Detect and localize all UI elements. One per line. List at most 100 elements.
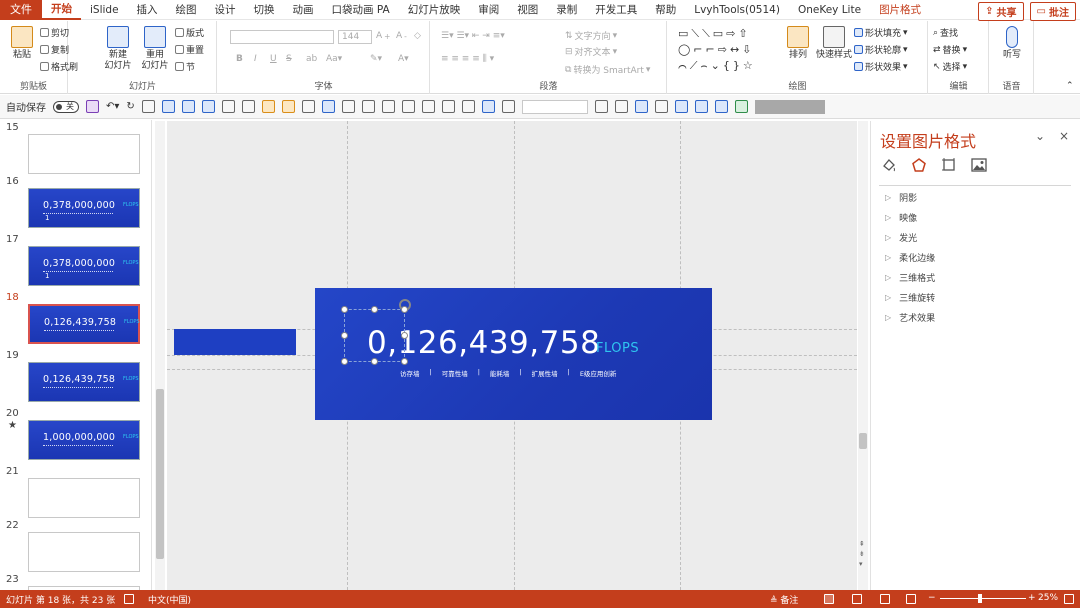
bring-forward-icon[interactable] [261, 100, 275, 113]
text-effect-icon[interactable] [714, 100, 728, 113]
fit-slide-icon[interactable] [1064, 594, 1074, 604]
replace-button[interactable]: ⇄ 替换 ▾ [933, 43, 967, 57]
font-select[interactable] [521, 99, 588, 114]
zoom-slider-knob[interactable] [978, 594, 982, 603]
pen-tool-icon[interactable] [461, 100, 475, 113]
tab-6[interactable]: 动画 [284, 0, 323, 20]
section-button[interactable]: 节 [175, 60, 195, 73]
resize-handle[interactable] [341, 358, 348, 365]
paste-button[interactable]: 粘贴 [4, 26, 40, 61]
slide-thumbnail[interactable]: 0,378,000,000 FLOPS 1 [28, 246, 140, 286]
reuse-slide-button[interactable]: 重用 幻灯片 [137, 26, 173, 72]
pane-section-1[interactable]: ▷ 映像 [885, 211, 917, 224]
slide-thumbnail[interactable]: 0,378,000,000 FLOPS 1 [28, 188, 140, 228]
highlight-icon[interactable]: ✎▾ [370, 54, 382, 64]
language-label[interactable]: 中文(中国) [148, 593, 191, 606]
bold-button[interactable]: B [236, 54, 243, 64]
clear-format-icon[interactable]: ◇ [414, 31, 421, 41]
pane-section-3[interactable]: ▷ 柔化边缘 [885, 251, 935, 264]
tab-3[interactable]: 绘图 [167, 0, 206, 20]
image-quick-icon[interactable] [674, 100, 688, 113]
copy-button[interactable]: 复制 [40, 43, 69, 56]
tab-5[interactable]: 切换 [245, 0, 284, 20]
normal-view-icon[interactable] [824, 594, 834, 604]
change-case-icon[interactable]: Aa▾ [326, 54, 342, 64]
quick-styles-button[interactable]: 快速样式 [814, 26, 854, 61]
select-button[interactable]: ↖ 选择 ▾ [933, 60, 967, 74]
save-icon[interactable] [86, 100, 99, 113]
resize-handle[interactable] [401, 358, 408, 365]
subtitle-row[interactable]: 访存墙 | 可靠性墙 | 能耗墙 | 扩展性墙 | E级应用创新 [400, 368, 616, 378]
thumbnail-scrollbar[interactable] [155, 121, 165, 590]
distribute-icon[interactable] [321, 100, 335, 113]
thumbnail-scroll-thumb[interactable] [156, 389, 164, 559]
image-icon[interactable] [201, 100, 215, 113]
fill-color-icon[interactable] [634, 100, 648, 113]
pane-section-0[interactable]: ▷ 阴影 [885, 191, 917, 204]
find-button[interactable]: ⌕ 查找 [933, 26, 958, 40]
align-middle-icon[interactable] [381, 100, 395, 113]
tab-14[interactable]: LvyhTools(0514) [685, 0, 789, 20]
layout-grid-icon[interactable] [481, 100, 495, 113]
send-backward-icon[interactable] [281, 100, 295, 113]
align-text-button[interactable]: ⊟ 对齐文本 ▾ [565, 45, 617, 59]
zoom-level[interactable]: 25% [1038, 593, 1058, 603]
font-color-quick-icon[interactable] [614, 100, 628, 113]
pane-section-2[interactable]: ▷ 发光 [885, 231, 917, 244]
align-bottom-icon[interactable] [401, 100, 415, 113]
shape-outline-button[interactable]: 形状轮廓 ▾ [854, 43, 908, 56]
tab-16[interactable]: 图片格式 [870, 0, 930, 20]
resize-handle[interactable] [341, 332, 348, 339]
slide-thumbnail[interactable] [28, 532, 140, 572]
resize-handle[interactable] [401, 332, 408, 339]
textbox-icon[interactable] [141, 100, 155, 113]
shape-merge-icon[interactable] [241, 100, 255, 113]
tab-7[interactable]: 口袋动画 PA [323, 0, 399, 20]
tab-13[interactable]: 帮助 [646, 0, 685, 20]
underline-button[interactable]: U [270, 54, 277, 64]
pane-section-6[interactable]: ▷ 艺术效果 [885, 311, 935, 324]
strikethrough-button[interactable]: S [286, 54, 292, 64]
reading-view-icon[interactable] [880, 594, 890, 604]
zoom-out-icon[interactable]: − [928, 593, 936, 603]
tab-2[interactable]: 插入 [128, 0, 167, 20]
tab-10[interactable]: 视图 [508, 0, 547, 20]
tab-0[interactable]: 开始 [42, 0, 81, 20]
font-name-field[interactable] [230, 30, 334, 44]
canvas-scrollbar[interactable]: ⇞ ⇟ ▾ [858, 121, 868, 590]
dictate-button[interactable]: 听写 [994, 26, 1030, 61]
slide-thumbnail[interactable] [28, 478, 140, 518]
resize-handle[interactable] [371, 306, 378, 313]
shape-effects-button[interactable]: 形状效果 ▾ [854, 60, 908, 73]
arrange-button[interactable]: 排列 [780, 26, 816, 61]
rotate-icon[interactable] [341, 100, 355, 113]
slide-thumbnail[interactable]: 0,126,439,758 FLOPS [28, 304, 140, 344]
reset-button[interactable]: 重置 [175, 43, 204, 56]
align-top-icon[interactable] [361, 100, 375, 113]
bullets-icon[interactable]: ☰▾ ☰▾ ⇤ ⇥ ≡▾ [441, 31, 505, 41]
font-size-field[interactable]: 144 [338, 30, 372, 44]
close-icon[interactable]: × [1059, 129, 1069, 143]
grow-font-button[interactable]: A + [376, 31, 390, 41]
slide-thumbnail[interactable]: 1,000,000,000 FLOPS [28, 420, 140, 460]
blue-rectangle[interactable] [174, 329, 296, 355]
crop-quick-icon[interactable] [654, 100, 668, 113]
new-slide-button[interactable]: 新建 幻灯片 [100, 26, 136, 72]
scroll-arrows-icon[interactable]: ⇞ ⇟ ▾ [859, 539, 865, 569]
cut-button[interactable]: 剪切 [40, 26, 69, 39]
shape-fill-button[interactable]: 形状填充 ▾ [854, 26, 908, 39]
resize-handle[interactable] [371, 358, 378, 365]
effects-tab-icon[interactable] [911, 157, 927, 173]
align-icons[interactable]: ≡ ≡ ≡ ≡ ⫼ ▾ [441, 54, 494, 64]
resize-handle[interactable] [401, 306, 408, 313]
tab-11[interactable]: 录制 [547, 0, 586, 20]
pane-section-4[interactable]: ▷ 三维格式 [885, 271, 935, 284]
pane-section-5[interactable]: ▷ 三维旋转 [885, 291, 935, 304]
slide-thumbnail[interactable] [28, 134, 140, 174]
slide-thumbnail[interactable]: 0,126,439,758 FLOPS [28, 362, 140, 402]
picture-icon[interactable] [161, 100, 175, 113]
tab-8[interactable]: 幻灯片放映 [399, 0, 470, 20]
tab-4[interactable]: 设计 [206, 0, 245, 20]
notes-button[interactable]: ≜ 备注 [770, 593, 798, 606]
slide-sorter-icon[interactable] [852, 594, 862, 604]
